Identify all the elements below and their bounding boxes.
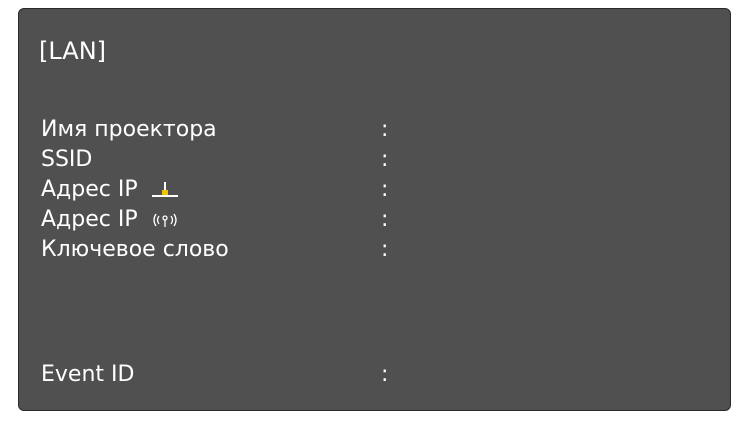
wired-lan-icon <box>150 180 180 200</box>
info-row-ssid: SSID : <box>41 146 461 174</box>
info-label-ip-wired: Адрес IP <box>41 177 138 202</box>
info-separator: : <box>381 177 389 202</box>
panel-title: [LAN] <box>39 37 107 65</box>
info-separator: : <box>381 147 389 172</box>
info-label-keyword: Ключевое слово <box>41 237 229 262</box>
info-separator: : <box>381 117 389 142</box>
info-row-keyword: Ключевое слово : <box>41 236 461 264</box>
lan-info-panel: [LAN] Имя проектора : SSID : Адрес IP: … <box>18 8 731 411</box>
info-separator: : <box>381 237 389 262</box>
info-row-projector-name: Имя проектора : <box>41 116 461 144</box>
info-separator: : <box>381 207 389 232</box>
info-label-ip-wireless: Адрес IP <box>41 207 138 232</box>
info-label-event-id: Event ID <box>41 362 135 387</box>
info-row-event-id: Event ID : <box>41 361 461 389</box>
info-label-ssid: SSID <box>41 147 93 172</box>
info-separator: : <box>381 362 389 387</box>
info-row-ip-wireless: Адрес IP : <box>41 206 461 234</box>
info-row-ip-wired: Адрес IP : <box>41 176 461 204</box>
info-label-projector-name: Имя проектора <box>41 117 217 142</box>
wireless-lan-icon <box>150 210 180 230</box>
